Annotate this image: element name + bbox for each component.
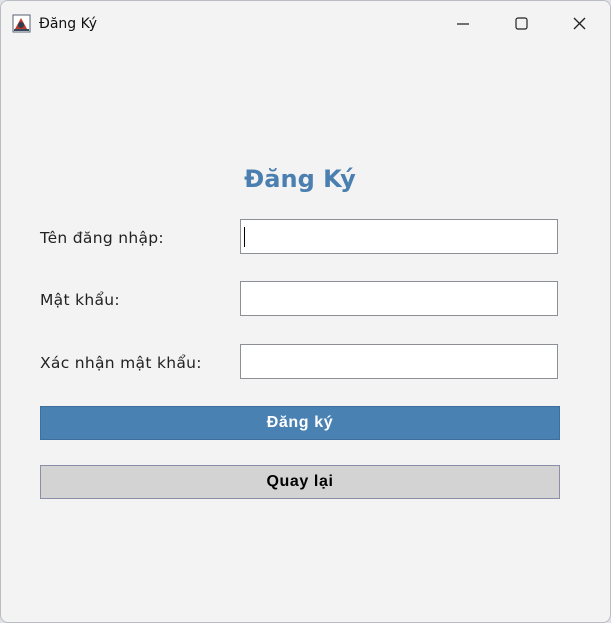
minimize-icon [457, 15, 469, 34]
username-field[interactable] [240, 219, 558, 254]
back-button[interactable]: Quay lại [40, 465, 560, 499]
maximize-icon [514, 15, 528, 34]
confirm-password-label: Xác nhận mật khẩu: [40, 354, 202, 372]
password-label: Mật khẩu: [40, 291, 120, 309]
close-button[interactable] [550, 1, 608, 47]
username-label: Tên đăng nhập: [40, 229, 164, 247]
close-icon [573, 15, 586, 34]
window-title: Đăng Ký [39, 16, 98, 32]
text-caret [244, 227, 245, 247]
minimize-button[interactable] [434, 1, 492, 47]
java-app-icon [12, 14, 31, 33]
register-button[interactable]: Đăng ký [40, 406, 560, 440]
title-bar[interactable]: Đăng Ký [1, 1, 610, 47]
form-heading: Đăng Ký [244, 165, 356, 193]
maximize-button[interactable] [492, 1, 550, 47]
confirm-password-field[interactable] [240, 344, 558, 379]
password-field[interactable] [240, 281, 558, 316]
register-window: Đăng Ký Đăng Ký Tên đăng nhập: Mật khẩu:… [0, 0, 611, 623]
